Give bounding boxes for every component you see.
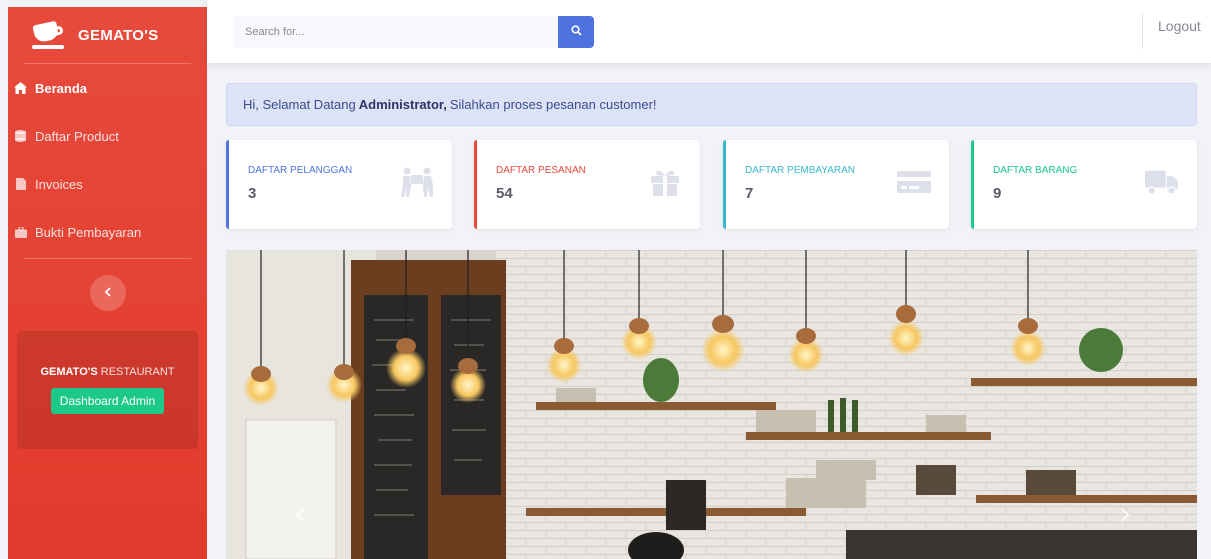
welcome-suffix: Silahkan proses pesanan customer!: [449, 97, 657, 112]
card-label: DAFTAR PESANAN: [496, 165, 586, 176]
database-icon: [14, 130, 27, 143]
brand-name: GEMATO'S: [78, 26, 159, 44]
brand-link[interactable]: GEMATO'S: [8, 7, 207, 63]
card-accent-bar: [723, 140, 726, 229]
card-accent-bar: [226, 140, 229, 229]
chevron-left-icon: [295, 507, 305, 528]
sidebar-item-daftar-product[interactable]: Daftar Product: [8, 112, 207, 160]
search-button[interactable]: [558, 16, 594, 48]
chevron-right-icon: [1120, 507, 1130, 528]
card-daftar-barang[interactable]: DAFTAR BARANG 9: [971, 140, 1197, 229]
welcome-user: Administrator,: [358, 97, 447, 112]
card-value: 3: [248, 185, 257, 202]
sidebar-divider: [24, 258, 191, 259]
sidebar-promo-card: GEMATO'S RESTAURANT Dashboard Admin: [17, 331, 198, 449]
people-carry-icon: [400, 166, 434, 198]
card-accent-bar: [971, 140, 974, 229]
search-input[interactable]: [233, 16, 558, 48]
card-value: 7: [745, 185, 754, 202]
card-label: DAFTAR BARANG: [993, 165, 1078, 176]
card-daftar-pesanan[interactable]: DAFTAR PESANAN 54: [474, 140, 700, 229]
cafe-interior-image: [226, 250, 1197, 559]
credit-card-icon: [897, 166, 931, 198]
carousel-next-button[interactable]: [1114, 505, 1136, 529]
card-value: 54: [496, 185, 513, 202]
coffee-cup-icon: [32, 19, 64, 51]
welcome-alert: Hi, Selamat Datang Administrator, Silahk…: [226, 83, 1197, 126]
file-icon: [14, 178, 27, 191]
card-label: DAFTAR PEMBAYARAN: [745, 165, 856, 176]
sidebar-item-invoices[interactable]: Invoices: [8, 160, 207, 208]
sidebar-toggle-button[interactable]: [89, 275, 126, 311]
carousel-prev-button[interactable]: [289, 505, 311, 529]
search-icon: [570, 23, 582, 41]
sidebar-item-label: Invoices: [35, 176, 83, 192]
briefcase-icon: [14, 226, 27, 239]
promo-title: GEMATO'S RESTAURANT: [40, 366, 175, 378]
card-label: DAFTAR PELANGGAN: [248, 165, 353, 176]
sidebar-item-beranda[interactable]: Beranda: [8, 64, 207, 112]
card-daftar-pembayaran[interactable]: DAFTAR PEMBAYARAN 7: [723, 140, 949, 229]
dashboard-admin-button[interactable]: Dashboard Admin: [50, 388, 165, 414]
topbar: Logout: [207, 0, 1211, 63]
sidebar-item-bukti-pembayaran[interactable]: Bukti Pembayaran: [8, 208, 207, 256]
sidebar-item-label: Bukti Pembayaran: [35, 224, 142, 240]
home-icon: [14, 82, 27, 95]
sidebar-item-label: Beranda: [35, 80, 88, 96]
topbar-divider: [1142, 13, 1143, 49]
gift-icon: [648, 166, 682, 198]
sidebar-item-label: Daftar Product: [35, 128, 119, 144]
card-value: 9: [993, 185, 1002, 202]
card-daftar-pelanggan[interactable]: DAFTAR PELANGGAN 3: [226, 140, 452, 229]
search-form: [233, 16, 594, 48]
truck-icon: [1145, 166, 1179, 198]
card-accent-bar: [474, 140, 477, 229]
hero-carousel[interactable]: [226, 250, 1197, 559]
chevron-left-icon: [104, 284, 111, 302]
sidebar: GEMATO'S Beranda Daftar Product Invoices…: [8, 7, 207, 559]
logout-link[interactable]: Logout: [1158, 18, 1201, 34]
welcome-prefix: Hi, Selamat Datang: [243, 97, 356, 112]
